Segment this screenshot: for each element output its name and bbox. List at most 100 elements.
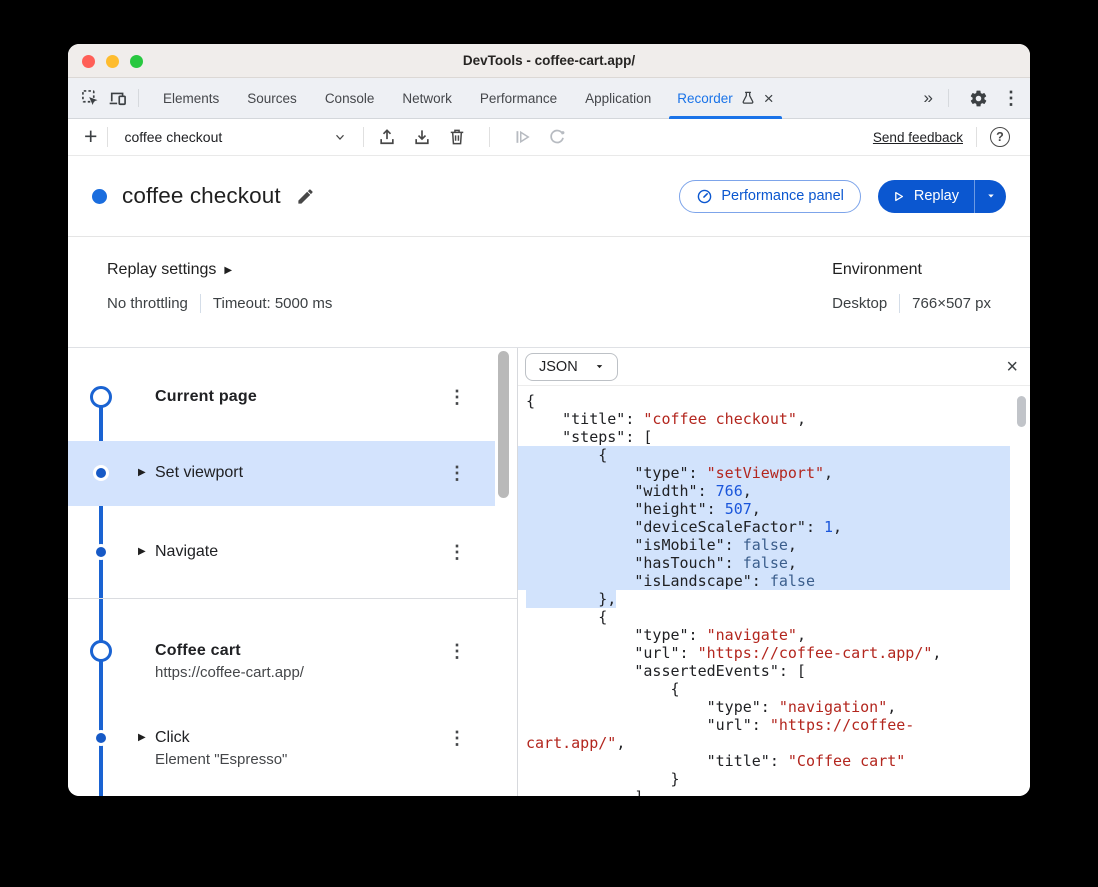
- main-menu-kebab-icon[interactable]: ⋮: [1002, 89, 1020, 107]
- inspect-element-icon[interactable]: [76, 84, 104, 112]
- step-text: Set viewport: [155, 462, 243, 483]
- tab-recorder-label: Recorder: [677, 91, 733, 106]
- json-export-panel: JSON × { "title": "coffee checkout", "st…: [518, 348, 1030, 796]
- step-label: Navigate: [155, 541, 218, 562]
- tab-recorder[interactable]: Recorder ×: [665, 78, 785, 119]
- json-line: "hasTouch": false,: [518, 554, 1010, 572]
- recording-select[interactable]: coffee checkout: [118, 122, 353, 152]
- json-panel-header: JSON ×: [518, 348, 1030, 386]
- add-recording-button[interactable]: +: [84, 125, 97, 148]
- tabbar-right-controls: » ⋮: [924, 85, 1020, 112]
- timeline-dot: [96, 733, 106, 743]
- section-row-current-page[interactable]: Current page ⋮: [68, 366, 495, 428]
- step-label: Click: [155, 727, 287, 748]
- settings-gear-icon[interactable]: [965, 85, 992, 112]
- tab-performance[interactable]: Performance: [466, 78, 571, 119]
- chevron-down-icon: [333, 130, 347, 144]
- window-close-button[interactable]: [82, 55, 95, 68]
- json-line: "steps": [: [518, 428, 1010, 446]
- json-line: "type": "navigate",: [518, 626, 1010, 644]
- edit-title-pencil-icon[interactable]: [296, 187, 315, 206]
- close-json-panel-icon[interactable]: ×: [1006, 357, 1018, 377]
- caret-down-icon: [985, 190, 997, 202]
- toolbar-right: Send feedback ?: [873, 127, 1010, 147]
- expand-step-icon[interactable]: ▶: [138, 732, 146, 743]
- step-row-set-viewport[interactable]: ▶ Set viewport ⋮: [68, 441, 495, 506]
- recording-dot-icon: [92, 189, 107, 204]
- json-code-view[interactable]: { "title": "coffee checkout", "steps": […: [518, 386, 1030, 796]
- json-line: },: [518, 590, 1010, 608]
- tab-network[interactable]: Network: [388, 78, 466, 119]
- step-menu-kebab-icon[interactable]: ⋮: [448, 543, 466, 561]
- step-subtitle: https://coffee-cart.app/: [155, 662, 304, 683]
- performance-panel-button[interactable]: Performance panel: [679, 180, 861, 213]
- step-menu-kebab-icon[interactable]: ⋮: [448, 464, 466, 482]
- steps-scrollbar-thumb[interactable]: [498, 351, 509, 498]
- step-menu-kebab-icon[interactable]: ⋮: [448, 729, 466, 747]
- device-toolbar-icon[interactable]: [104, 84, 132, 112]
- timeline-dot-marker: [93, 544, 109, 560]
- replay-options-caret[interactable]: [975, 180, 1006, 213]
- replay-button[interactable]: Replay: [878, 180, 974, 213]
- step-menu-kebab-icon[interactable]: ⋮: [448, 642, 466, 660]
- timeline-ring-marker: [90, 640, 112, 662]
- export-recording-icon[interactable]: [409, 124, 435, 150]
- step-text: Current page: [155, 386, 257, 407]
- export-format-select[interactable]: JSON: [525, 353, 618, 381]
- more-tabs-icon[interactable]: »: [924, 88, 932, 108]
- devtools-tabbar: ElementsSourcesConsoleNetworkPerformance…: [68, 78, 1030, 119]
- tab-elements[interactable]: Elements: [149, 78, 233, 119]
- replay-settings-toggle[interactable]: Replay settings ▶: [107, 261, 332, 279]
- settings-separator: [899, 294, 900, 313]
- step-label: Current page: [155, 386, 257, 407]
- json-line: "isMobile": false,: [518, 536, 1010, 554]
- json-line: "height": 507,: [518, 500, 1010, 518]
- export-format-value: JSON: [539, 359, 578, 375]
- window-minimize-button[interactable]: [106, 55, 119, 68]
- json-line: "url": "https://coffee-cart.app/",: [518, 644, 1010, 662]
- json-line: ]: [518, 788, 1010, 796]
- json-code-lines: { "title": "coffee checkout", "steps": […: [518, 392, 1010, 796]
- recorder-toolbar: + coffee checkout: [68, 119, 1030, 156]
- step-row-click[interactable]: ▶ ClickElement "Espresso" ⋮: [68, 709, 495, 796]
- environment-values: Desktop 766×507 px: [832, 294, 991, 313]
- close-recorder-tab-icon[interactable]: ×: [764, 90, 774, 107]
- rerun-icon: [544, 124, 570, 150]
- timeout-value: Timeout: 5000 ms: [213, 295, 333, 312]
- tab-sources[interactable]: Sources: [233, 78, 311, 119]
- expand-step-icon[interactable]: ▶: [138, 546, 146, 557]
- step-menu-kebab-icon[interactable]: ⋮: [448, 388, 466, 406]
- delete-recording-icon[interactable]: [444, 124, 470, 150]
- json-line: {: [518, 392, 1010, 410]
- speedometer-icon: [696, 188, 713, 205]
- tab-console[interactable]: Console: [311, 78, 389, 119]
- tab-application[interactable]: Application: [571, 78, 665, 119]
- recording-select-value: coffee checkout: [124, 129, 222, 145]
- tabbar-separator: [138, 89, 139, 107]
- json-scrollbar-thumb[interactable]: [1017, 396, 1026, 427]
- help-icon[interactable]: ?: [990, 127, 1010, 147]
- json-line: "assertedEvents": [: [518, 662, 1010, 680]
- json-line: "deviceScaleFactor": 1,: [518, 518, 1010, 536]
- environment-device: Desktop: [832, 295, 887, 312]
- caret-down-icon: [594, 361, 605, 372]
- window-zoom-button[interactable]: [130, 55, 143, 68]
- replay-settings-section: Replay settings ▶ No throttling Timeout:…: [68, 237, 1030, 347]
- send-feedback-link[interactable]: Send feedback: [873, 130, 963, 145]
- json-line: "url": "https://coffee-: [518, 716, 1010, 734]
- json-line: cart.app/",: [518, 734, 1010, 752]
- json-line: "isLandscape": false: [518, 572, 1010, 590]
- replay-settings-column: Replay settings ▶ No throttling Timeout:…: [107, 261, 332, 347]
- expand-step-icon[interactable]: ▶: [138, 467, 146, 478]
- play-icon: [892, 190, 905, 203]
- import-recording-icon[interactable]: [374, 124, 400, 150]
- step-text: ClickElement "Espresso": [155, 727, 287, 770]
- json-line: {: [518, 608, 1010, 626]
- caret-right-icon: ▶: [224, 265, 232, 276]
- step-over-play-icon: [509, 124, 535, 150]
- replay-settings-values: No throttling Timeout: 5000 ms: [107, 294, 332, 313]
- step-row-navigate[interactable]: ▶ Navigate ⋮: [68, 506, 495, 598]
- timeline-dot: [96, 547, 106, 557]
- section-row-coffee-cart[interactable]: Coffee carthttps://coffee-cart.app/⋮: [68, 599, 495, 709]
- json-line: "title": "coffee checkout",: [518, 410, 1010, 428]
